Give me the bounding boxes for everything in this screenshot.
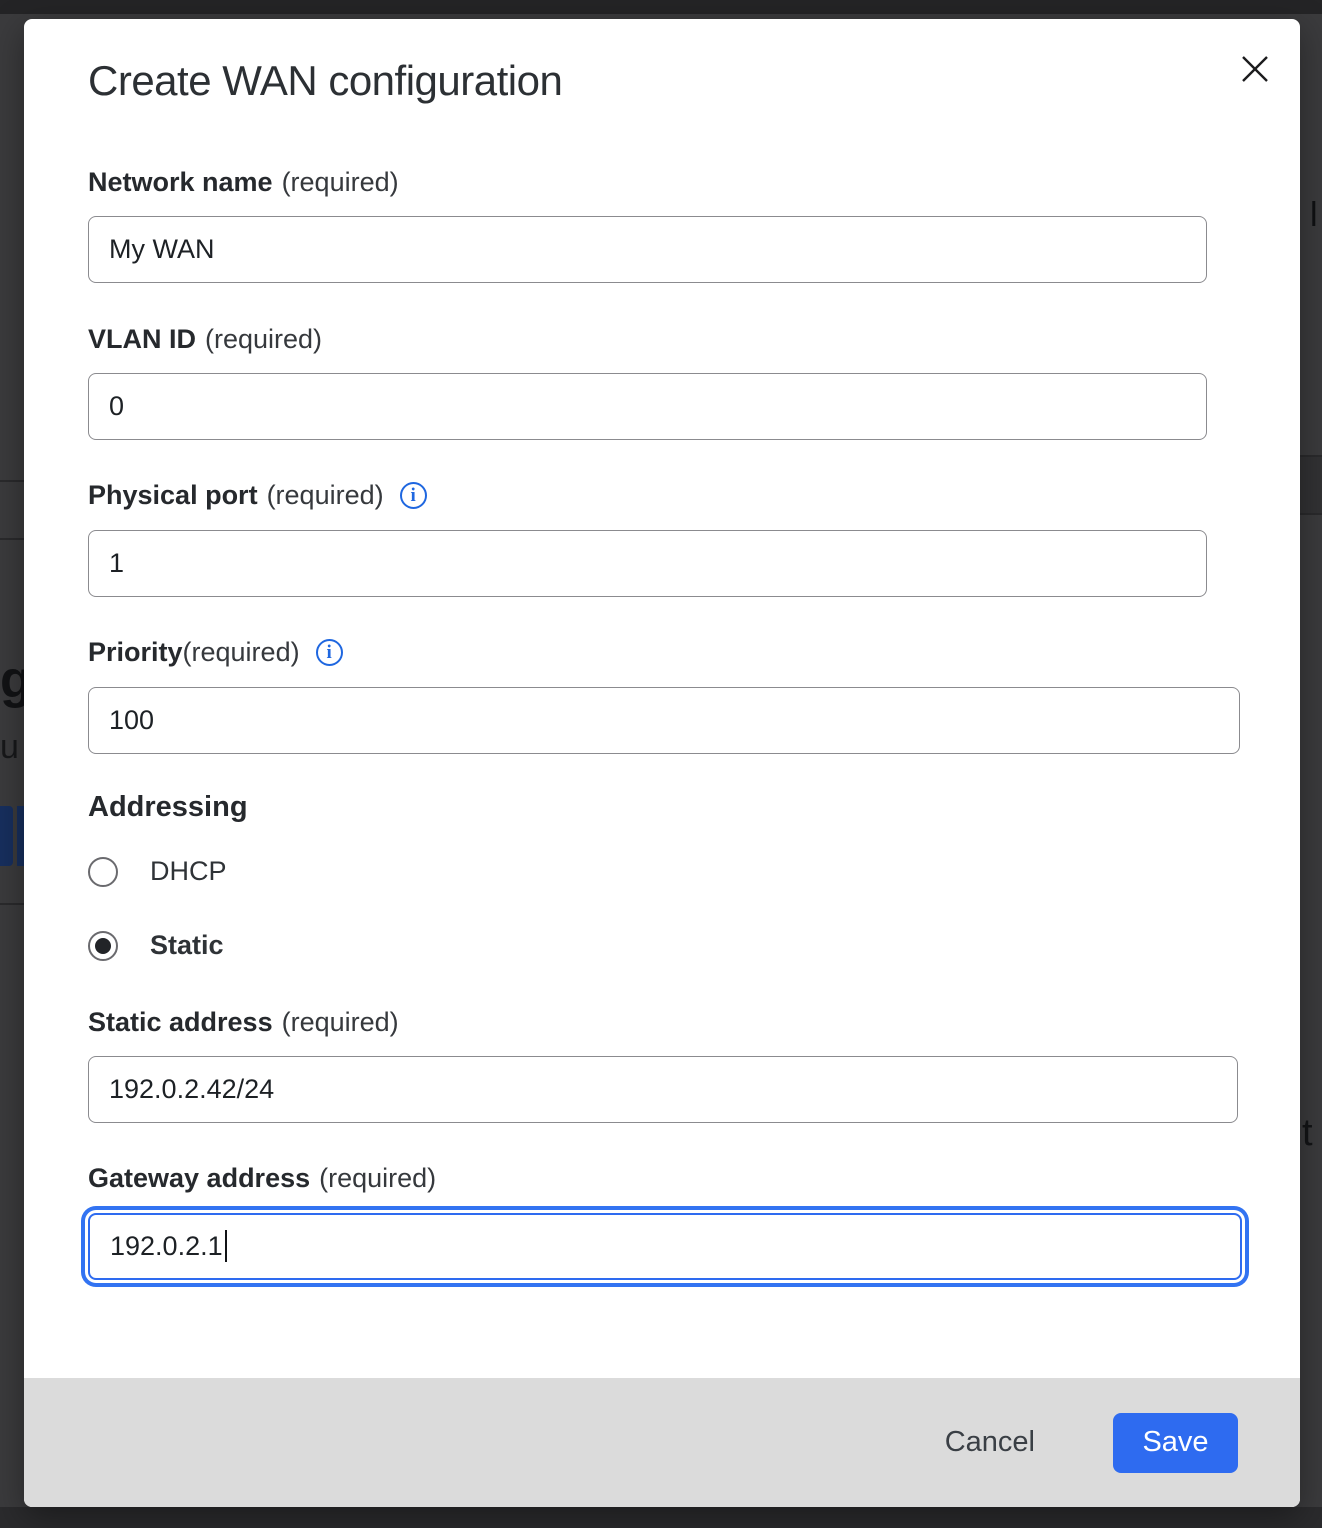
required-hint: (required) xyxy=(205,324,322,355)
background-divider xyxy=(0,903,24,905)
vlan-id-label: VLAN ID (required) xyxy=(88,324,322,355)
background-blue-button-fragment xyxy=(0,806,13,866)
field-label-text: Gateway address xyxy=(88,1163,310,1194)
field-label-text: VLAN ID xyxy=(88,324,196,355)
save-button[interactable]: Save xyxy=(1113,1413,1238,1473)
radio-unselected-icon[interactable] xyxy=(88,857,118,887)
info-icon[interactable]: i xyxy=(400,482,427,509)
vlan-id-input[interactable] xyxy=(88,373,1207,440)
background-divider xyxy=(0,538,24,540)
background-left-strip: g u xyxy=(0,0,24,1528)
radio-option-label: Static xyxy=(150,930,224,961)
static-address-input[interactable] xyxy=(88,1056,1238,1123)
gateway-address-input[interactable] xyxy=(88,1213,1242,1280)
physical-port-input[interactable] xyxy=(88,530,1207,597)
priority-input[interactable] xyxy=(88,687,1240,754)
field-label-text: Priority xyxy=(88,637,183,668)
network-name-input[interactable] xyxy=(88,216,1207,283)
cancel-button[interactable]: Cancel xyxy=(929,1416,1051,1469)
gateway-address-label: Gateway address (required) xyxy=(88,1163,436,1194)
background-text-fragment: g xyxy=(0,650,24,710)
required-hint: (required) xyxy=(267,480,384,511)
dialog-footer: Cancel Save xyxy=(24,1378,1300,1507)
background-divider xyxy=(1300,513,1322,515)
addressing-option-dhcp[interactable]: DHCP xyxy=(88,856,227,887)
background-text-fragment: t xyxy=(1302,1112,1313,1155)
network-name-label: Network name (required) xyxy=(88,167,399,198)
static-address-label: Static address (required) xyxy=(88,1007,399,1038)
field-label-text: Static address xyxy=(88,1007,273,1038)
background-header-band xyxy=(0,0,1322,14)
info-icon[interactable]: i xyxy=(316,639,343,666)
radio-option-label: DHCP xyxy=(150,856,227,887)
required-hint: (required) xyxy=(183,637,300,668)
addressing-option-static[interactable]: Static xyxy=(88,930,224,961)
priority-label: Priority (required) i xyxy=(88,637,343,668)
field-label-text: Physical port xyxy=(88,480,258,511)
radio-selected-icon[interactable] xyxy=(88,931,118,961)
background-text-fragment: l xyxy=(1310,196,1318,235)
addressing-heading: Addressing xyxy=(88,791,248,824)
background-bottom-band xyxy=(0,1507,1322,1528)
background-right-strip: l t xyxy=(1300,0,1322,1528)
required-hint: (required) xyxy=(282,167,399,198)
required-hint: (required) xyxy=(319,1163,436,1194)
close-icon xyxy=(1238,52,1272,86)
background-text-fragment: u xyxy=(0,728,19,767)
background-blue-button-fragment xyxy=(17,806,24,866)
required-hint: (required) xyxy=(282,1007,399,1038)
background-row-fragment xyxy=(1300,457,1322,513)
background-divider xyxy=(0,480,24,482)
dialog-title: Create WAN configuration xyxy=(88,57,562,105)
physical-port-label: Physical port (required) i xyxy=(88,480,427,511)
text-cursor xyxy=(225,1230,227,1262)
close-button[interactable] xyxy=(1227,41,1283,97)
field-label-text: Network name xyxy=(88,167,273,198)
create-wan-configuration-dialog: Create WAN configuration Network name (r… xyxy=(24,19,1300,1507)
